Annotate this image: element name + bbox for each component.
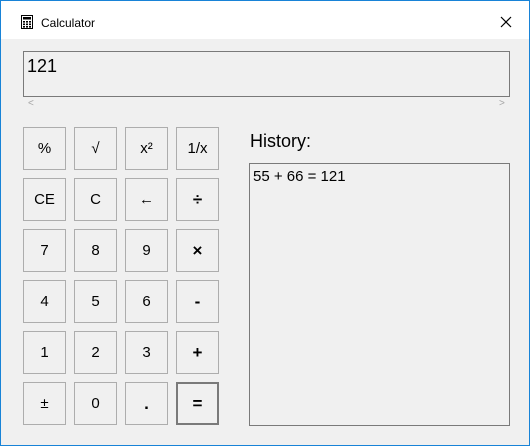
minus-button[interactable]: - — [176, 280, 219, 323]
digit-1-button[interactable]: 1 — [23, 331, 66, 374]
display-value: 121 — [27, 56, 58, 76]
history-item[interactable]: 55 + 66 = 121 — [253, 168, 346, 185]
percent-button[interactable]: % — [23, 127, 66, 170]
digit-7-button[interactable]: 7 — [23, 229, 66, 272]
digit-6-button[interactable]: 6 — [125, 280, 168, 323]
equals-button[interactable]: = — [176, 382, 219, 425]
calculator-icon — [21, 15, 33, 29]
digit-4-button[interactable]: 4 — [23, 280, 66, 323]
history-list[interactable]: 55 + 66 = 121 — [249, 163, 510, 426]
close-icon — [500, 16, 512, 28]
backspace-button[interactable]: ← — [125, 178, 168, 221]
scroll-right-icon[interactable]: > — [499, 98, 505, 109]
title-bar: Calculator — [1, 1, 529, 39]
digit-0-button[interactable]: 0 — [74, 382, 117, 425]
display-field[interactable]: 121 — [23, 51, 510, 97]
digit-5-button[interactable]: 5 — [74, 280, 117, 323]
digit-9-button[interactable]: 9 — [125, 229, 168, 272]
close-button[interactable] — [483, 5, 529, 39]
square-button[interactable]: x² — [125, 127, 168, 170]
scroll-left-icon[interactable]: < — [28, 98, 34, 109]
history-label: History: — [250, 131, 312, 151]
multiply-button[interactable]: × — [176, 229, 219, 272]
clear-button[interactable]: C — [74, 178, 117, 221]
plus-button[interactable]: + — [176, 331, 219, 374]
window-title: Calculator — [41, 16, 96, 30]
decimal-button[interactable]: . — [125, 382, 168, 425]
divide-button[interactable]: ÷ — [176, 178, 219, 221]
digit-8-button[interactable]: 8 — [74, 229, 117, 272]
reciprocal-button[interactable]: 1/x — [176, 127, 219, 170]
digit-2-button[interactable]: 2 — [74, 331, 117, 374]
calculator-window: Calculator 121 < > % √ x² 1/x CE C ← ÷ 7… — [0, 0, 530, 446]
digit-3-button[interactable]: 3 — [125, 331, 168, 374]
negate-button[interactable]: ± — [23, 382, 66, 425]
clear-entry-button[interactable]: CE — [23, 178, 66, 221]
sqrt-button[interactable]: √ — [74, 127, 117, 170]
